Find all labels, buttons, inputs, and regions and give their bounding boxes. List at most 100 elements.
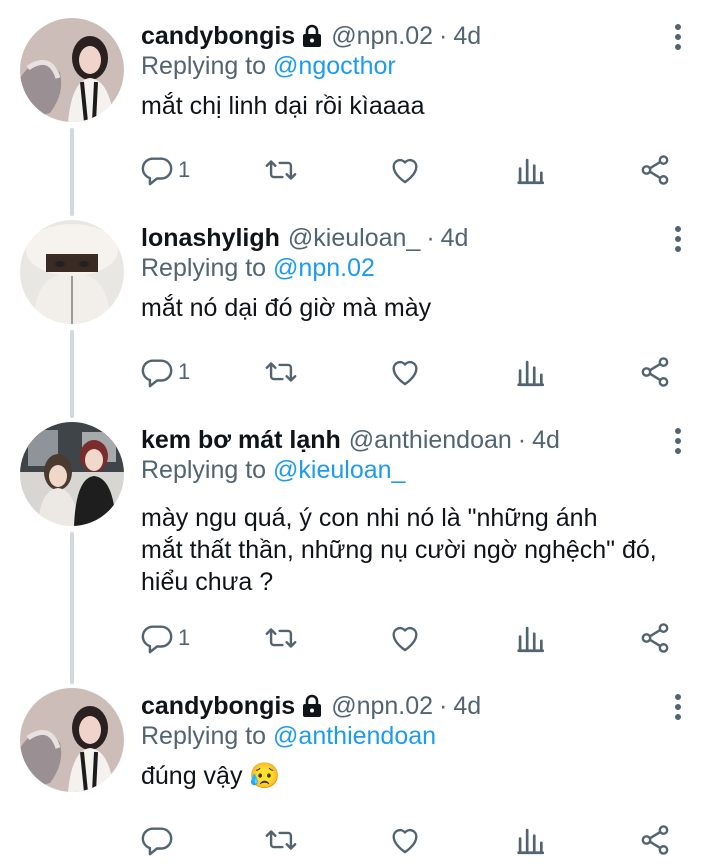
- timestamp[interactable]: 4d: [453, 692, 481, 721]
- like-icon: [388, 823, 422, 857]
- reply-button[interactable]: 1: [140, 618, 190, 658]
- analytics-button[interactable]: [513, 150, 547, 190]
- replying-to-label: Replying to: [141, 254, 267, 282]
- analytics-icon: [513, 153, 547, 187]
- display-name[interactable]: kem bơ mát lạnh: [141, 426, 341, 455]
- share-button[interactable]: [638, 150, 672, 190]
- reply-button[interactable]: 1: [140, 352, 190, 392]
- action-bar: [0, 820, 720, 860]
- replying-to-label: Replying to: [141, 456, 267, 484]
- reply-button[interactable]: [140, 820, 178, 860]
- share-button[interactable]: [638, 352, 672, 392]
- mention-link[interactable]: @ngocthor: [273, 52, 396, 80]
- reply-count: 1: [178, 359, 191, 384]
- retweet-icon: [264, 153, 298, 187]
- separator-dot: ·: [426, 223, 435, 252]
- avatar-image: [20, 688, 124, 792]
- like-button[interactable]: [388, 150, 422, 190]
- replying-to: Replying to @npn.02: [141, 254, 375, 283]
- avatar[interactable]: [20, 220, 124, 324]
- display-name[interactable]: lonashyligh: [141, 224, 280, 253]
- reply-icon: [140, 355, 174, 389]
- display-name[interactable]: candybongis: [141, 22, 295, 51]
- action-bar: 1: [0, 352, 720, 392]
- share-button[interactable]: [638, 820, 672, 860]
- timestamp[interactable]: 4d: [532, 426, 560, 455]
- username[interactable]: @npn.02: [331, 22, 433, 51]
- analytics-button[interactable]: [513, 618, 547, 658]
- mention-link[interactable]: @anthiendoan: [273, 722, 436, 750]
- avatar[interactable]: [20, 18, 124, 122]
- reply-button[interactable]: 1: [140, 150, 190, 190]
- like-button[interactable]: [388, 820, 422, 860]
- share-icon: [638, 355, 672, 389]
- like-icon: [388, 355, 422, 389]
- tweet-header: kem bơ mát lạnh @anthiendoan · 4d: [141, 422, 560, 458]
- replying-to-label: Replying to: [141, 52, 267, 80]
- tweet-text-line: hiểu chưa ?: [141, 568, 274, 596]
- mention-link[interactable]: @npn.02: [273, 254, 375, 282]
- avatar-image: [20, 422, 124, 526]
- replying-to-label: Replying to: [141, 722, 267, 750]
- analytics-icon: [513, 621, 547, 655]
- retweet-icon: [264, 355, 298, 389]
- tweet-text-line: mắt thất thần, những nụ cười ngờ nghệch"…: [141, 536, 657, 564]
- tweet-text: mắt nó dại đó giờ mà mày: [141, 294, 432, 322]
- tweet-text: mắt chị linh dại rồi kìaaaa: [141, 92, 425, 120]
- share-icon: [638, 621, 672, 655]
- reply-icon: [140, 823, 174, 857]
- separator-dot: ·: [439, 691, 448, 720]
- lock-icon: [301, 694, 323, 718]
- more-icon[interactable]: [668, 24, 688, 54]
- more-icon[interactable]: [668, 226, 688, 256]
- reply-icon: [140, 153, 174, 187]
- like-button[interactable]: [388, 618, 422, 658]
- retweet-button[interactable]: [264, 352, 298, 392]
- tweet-header: lonashyligh @kieuloan_ · 4d: [141, 220, 468, 256]
- username[interactable]: @npn.02: [331, 692, 433, 721]
- action-bar: 1: [0, 150, 720, 190]
- thread-line: [70, 532, 74, 684]
- timestamp[interactable]: 4d: [441, 224, 469, 253]
- tweet-text: đúng vậy 😥: [141, 762, 281, 790]
- replying-to: Replying to @ngocthor: [141, 52, 396, 81]
- avatar[interactable]: [20, 422, 124, 526]
- separator-dot: ·: [517, 425, 527, 454]
- analytics-button[interactable]: [513, 820, 547, 860]
- separator-dot: ·: [439, 21, 448, 50]
- retweet-button[interactable]: [264, 150, 298, 190]
- reply-count: 1: [178, 157, 191, 182]
- analytics-icon: [513, 823, 547, 857]
- analytics-button[interactable]: [513, 352, 547, 392]
- replying-to: Replying to @kieuloan_: [141, 456, 405, 485]
- display-name[interactable]: candybongis: [141, 692, 295, 721]
- like-icon: [388, 153, 422, 187]
- reply-count: 1: [178, 625, 191, 650]
- share-button[interactable]: [638, 618, 672, 658]
- retweet-icon: [264, 823, 298, 857]
- username[interactable]: @anthiendoan: [349, 426, 512, 455]
- retweet-icon: [264, 621, 298, 655]
- tweet-header: candybongis @npn.02 · 4d: [141, 688, 481, 724]
- timestamp[interactable]: 4d: [453, 22, 481, 51]
- more-icon[interactable]: [668, 428, 688, 458]
- share-icon: [638, 153, 672, 187]
- reply-icon: [140, 621, 174, 655]
- username[interactable]: @kieuloan_: [288, 224, 420, 253]
- replying-to: Replying to @anthiendoan: [141, 722, 436, 751]
- action-bar: 1: [0, 618, 720, 658]
- more-icon[interactable]: [668, 694, 688, 724]
- tweet-text: mày ngu quá, ý con nhi nó là "những ánh …: [141, 502, 701, 598]
- avatar-image: [20, 18, 124, 122]
- lock-icon: [301, 24, 323, 48]
- share-icon: [638, 823, 672, 857]
- analytics-icon: [513, 355, 547, 389]
- tweet-text-line: mày ngu quá, ý con nhi nó là "những ánh: [141, 504, 598, 532]
- mention-link[interactable]: @kieuloan_: [273, 456, 405, 484]
- avatar[interactable]: [20, 688, 124, 792]
- like-icon: [388, 621, 422, 655]
- avatar-image: [20, 220, 124, 324]
- retweet-button[interactable]: [264, 820, 298, 860]
- retweet-button[interactable]: [264, 618, 298, 658]
- like-button[interactable]: [388, 352, 422, 392]
